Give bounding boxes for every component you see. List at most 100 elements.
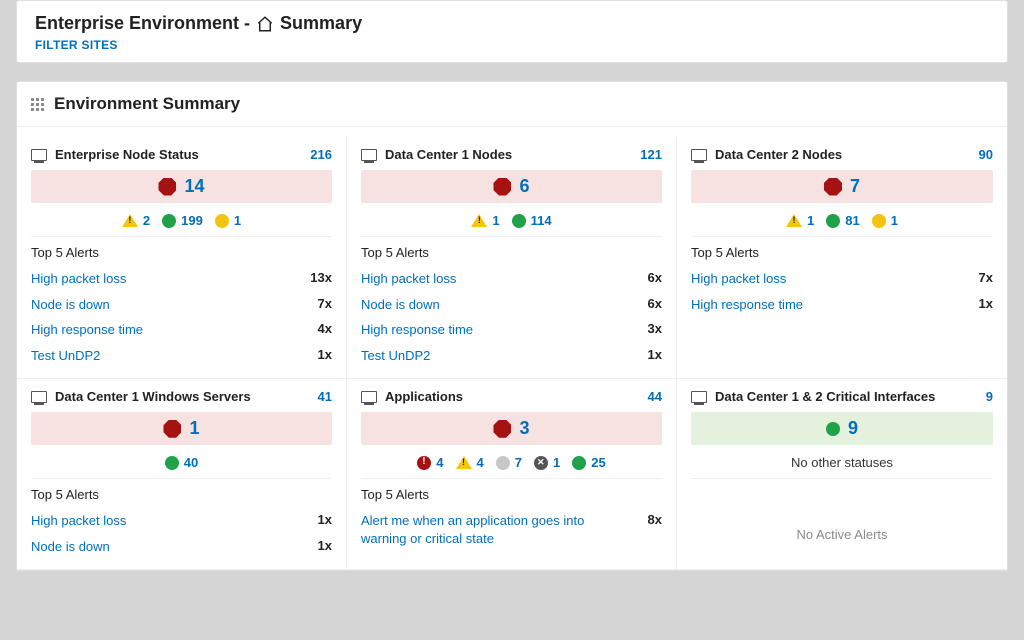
- hero-count: 7: [850, 176, 860, 197]
- octagon-red-icon: [163, 420, 181, 438]
- status-warning-icon: [872, 214, 886, 228]
- top-alerts-title: Top 5 Alerts: [361, 487, 662, 502]
- drag-handle-icon[interactable]: [31, 98, 44, 111]
- card-title: Data Center 1 Nodes: [385, 147, 512, 162]
- alert-link[interactable]: High response time: [31, 321, 143, 339]
- monitor-icon: [691, 149, 707, 161]
- status-item[interactable]: 1: [215, 213, 241, 228]
- card-title: Data Center 1 Windows Servers: [55, 389, 251, 404]
- status-count: 25: [591, 455, 605, 470]
- card-total-link[interactable]: 121: [640, 147, 662, 162]
- environment-summary-panel: Environment Summary Enterprise Node Stat…: [16, 81, 1008, 571]
- status-row: 40: [31, 451, 332, 479]
- status-card: Data Center 2 Nodes9071811Top 5 AlertsHi…: [677, 137, 1007, 379]
- alert-link[interactable]: High packet loss: [361, 270, 456, 288]
- card-title: Applications: [385, 389, 463, 404]
- card-total-link[interactable]: 44: [648, 389, 662, 404]
- status-item[interactable]: 81: [826, 213, 859, 228]
- alert-count: 13x: [310, 270, 332, 285]
- card-head: Data Center 1 Nodes 121: [361, 145, 662, 170]
- alert-count: 1x: [979, 296, 993, 311]
- alert-link[interactable]: High response time: [361, 321, 473, 339]
- status-critical-icon: [417, 456, 431, 470]
- cards-grid: Enterprise Node Status2161421991Top 5 Al…: [17, 127, 1007, 570]
- status-item[interactable]: 25: [572, 455, 605, 470]
- alert-link[interactable]: High packet loss: [691, 270, 786, 288]
- hero-status[interactable]: 1: [31, 412, 332, 445]
- status-item[interactable]: 1: [471, 213, 499, 228]
- alert-link[interactable]: Test UnDP2: [361, 347, 430, 365]
- no-active-alerts: No Active Alerts: [691, 487, 993, 546]
- page-title-prefix: Enterprise Environment -: [35, 13, 250, 34]
- alert-row: High response time 1x: [691, 292, 993, 318]
- monitor-icon: [691, 391, 707, 403]
- status-up-icon: [826, 214, 840, 228]
- status-item[interactable]: 2: [122, 213, 150, 228]
- status-item[interactable]: 4: [417, 455, 443, 470]
- card-total-link[interactable]: 9: [986, 389, 993, 404]
- status-item[interactable]: 1: [534, 455, 560, 470]
- status-item[interactable]: 114: [512, 213, 552, 228]
- status-item[interactable]: 40: [165, 455, 198, 470]
- alert-row: High response time 4x: [31, 317, 332, 343]
- card-total-link[interactable]: 216: [310, 147, 332, 162]
- top-alerts-title: Top 5 Alerts: [361, 245, 662, 260]
- status-count: 1: [492, 213, 499, 228]
- alert-row: High packet loss7x: [691, 266, 993, 292]
- status-count: 2: [143, 213, 150, 228]
- hero-status[interactable]: 6: [361, 170, 662, 203]
- alert-link[interactable]: High packet loss: [31, 270, 126, 288]
- alert-link[interactable]: Test UnDP2: [31, 347, 100, 365]
- hero-count: 3: [519, 418, 529, 439]
- alert-link[interactable]: Node is down: [31, 538, 110, 556]
- alert-row: High packet loss 1x: [31, 508, 332, 534]
- hero-status[interactable]: 7: [691, 170, 993, 203]
- hero-count: 6: [519, 176, 529, 197]
- card-head: Data Center 1 Windows Servers 41: [31, 387, 332, 412]
- card-total-link[interactable]: 41: [318, 389, 332, 404]
- status-item[interactable]: 7: [496, 455, 522, 470]
- home-icon: [256, 15, 274, 33]
- alert-count: 1x: [318, 512, 332, 527]
- alert-row: High packet loss 13x: [31, 266, 332, 292]
- status-row: 1 114: [361, 209, 662, 237]
- alert-link[interactable]: Alert me when an application goes into w…: [361, 512, 602, 547]
- page-title: Enterprise Environment - Summary: [35, 13, 989, 34]
- hero-status[interactable]: 9: [691, 412, 993, 445]
- status-item[interactable]: 1: [786, 213, 814, 228]
- alert-count: 3x: [648, 321, 662, 336]
- monitor-icon: [31, 391, 47, 403]
- hero-count: 9: [848, 418, 858, 439]
- alert-link[interactable]: High packet loss: [31, 512, 126, 530]
- card-total-link[interactable]: 90: [979, 147, 993, 162]
- alert-count: 1x: [318, 538, 332, 553]
- filter-sites-link[interactable]: FILTER SITES: [35, 38, 118, 52]
- status-item[interactable]: 1: [872, 213, 898, 228]
- status-item[interactable]: 199: [162, 213, 203, 228]
- status-count: 4: [477, 455, 484, 470]
- summary-title: Environment Summary: [54, 94, 240, 114]
- status-count: 199: [181, 213, 203, 228]
- hero-status[interactable]: 3: [361, 412, 662, 445]
- status-item[interactable]: 4: [456, 455, 484, 470]
- status-card: Applications443447125Top 5 AlertsAlert m…: [347, 379, 677, 570]
- alert-link[interactable]: Node is down: [31, 296, 110, 314]
- alert-link[interactable]: High response time: [691, 296, 803, 314]
- alert-row: Node is down7x: [31, 292, 332, 318]
- status-row: 447125: [361, 451, 662, 479]
- status-count: 1: [234, 213, 241, 228]
- alert-row: High packet loss6x: [361, 266, 662, 292]
- status-unreachable-icon: [534, 456, 548, 470]
- alert-count: 4x: [318, 321, 332, 336]
- status-card: Enterprise Node Status2161421991Top 5 Al…: [17, 137, 347, 379]
- top-alerts-title: Top 5 Alerts: [691, 245, 993, 260]
- status-unknown-icon: [496, 456, 510, 470]
- alert-link[interactable]: Node is down: [361, 296, 440, 314]
- card-title-wrap: Applications: [361, 389, 463, 404]
- card-title-wrap: Data Center 1 & 2 Critical Interfaces: [691, 389, 935, 404]
- status-row: 1811: [691, 209, 993, 237]
- no-other-statuses: No other statuses: [691, 451, 993, 479]
- card-head: Applications 44: [361, 387, 662, 412]
- hero-status[interactable]: 14: [31, 170, 332, 203]
- octagon-red-icon: [824, 178, 842, 196]
